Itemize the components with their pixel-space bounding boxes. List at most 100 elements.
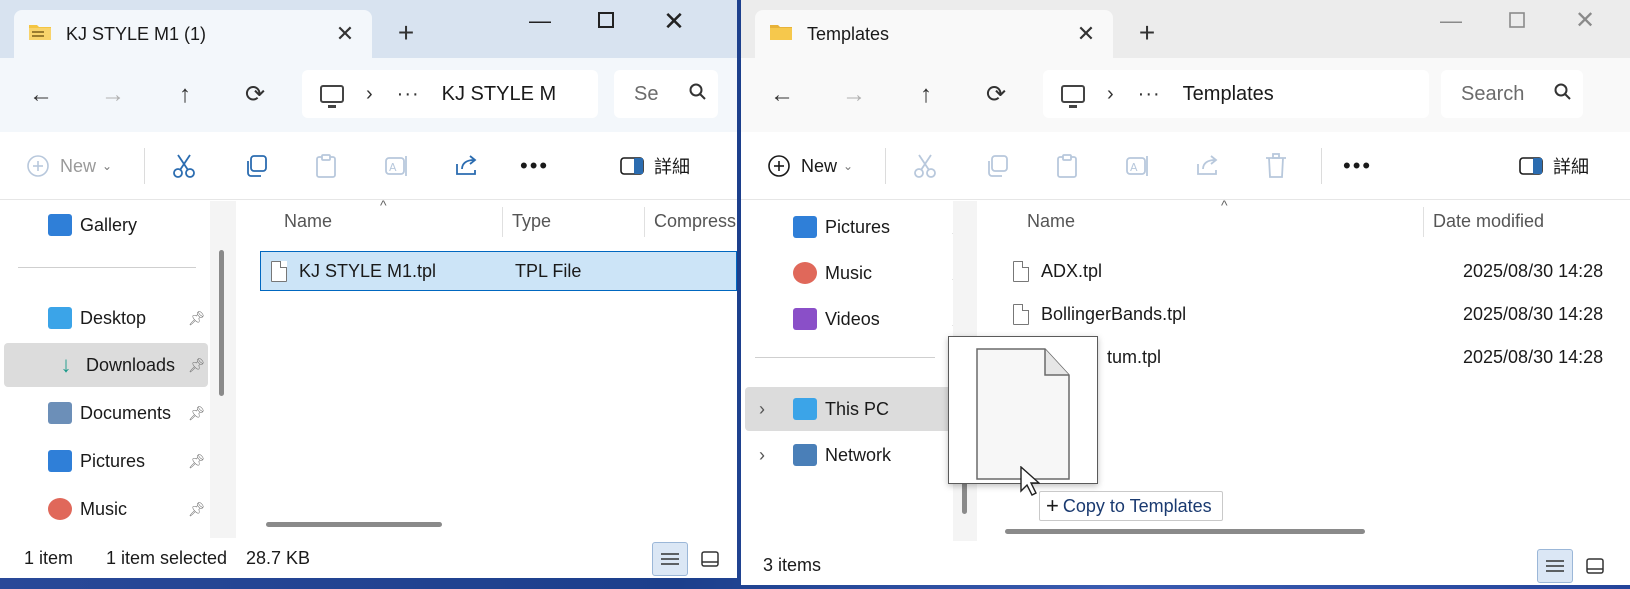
table-row[interactable]: tum.tpl 2025/08/30 14:28 (1013, 337, 1613, 377)
chevron-down-icon: ⌄ (102, 159, 113, 173)
sidebar-item-pictures[interactable]: Pictures 📌︎ (48, 439, 208, 483)
sidebar-item-downloads[interactable]: ↓ Downloads 📌︎ (4, 343, 208, 387)
tab-kj-style[interactable]: KJ STYLE M1 (1) ✕ (14, 10, 372, 58)
column-header-name[interactable]: Name (1027, 201, 1075, 241)
tab-title: Templates (807, 23, 890, 44)
drag-tooltip-text: Copy to Templates (1062, 495, 1212, 516)
share-button[interactable] (1195, 150, 1221, 182)
horizontal-scrollbar[interactable] (1005, 529, 1365, 534)
details-label: 詳細 (1553, 157, 1589, 177)
rename-button[interactable]: A (1125, 150, 1151, 182)
svg-text:A: A (389, 161, 397, 174)
svg-text:A: A (1130, 161, 1138, 174)
pin-icon[interactable]: 📌︎ (188, 310, 206, 327)
file-list: Name ^ Type Compress KJ STYLE M1.tpl TPL… (236, 197, 737, 538)
maximize-button[interactable] (1497, 6, 1537, 36)
chevron-right-icon[interactable]: › (366, 83, 373, 106)
column-header-name[interactable]: Name (284, 201, 332, 241)
column-divider[interactable] (644, 207, 645, 237)
chevron-right-icon[interactable]: › (1107, 83, 1114, 106)
column-divider[interactable] (502, 207, 503, 237)
back-button[interactable]: ← (24, 78, 58, 112)
address-bar[interactable]: › ··· Templates (1043, 70, 1429, 118)
videos-icon (793, 308, 817, 330)
column-header-type[interactable]: Type (512, 201, 551, 241)
sidebar-item-label: Music (80, 498, 128, 519)
details-view-button[interactable] (652, 542, 688, 576)
new-tab-button[interactable]: + (1131, 16, 1163, 50)
new-label: New (801, 155, 838, 176)
list-view-icon (1546, 560, 1564, 572)
up-button[interactable]: ↑ (168, 78, 202, 112)
new-tab-button[interactable]: + (390, 16, 422, 50)
copy-button[interactable] (985, 150, 1009, 182)
more-options-button[interactable]: ••• (520, 150, 549, 182)
file-type: TPL File (515, 260, 582, 281)
close-window-button[interactable]: ✕ (1565, 6, 1605, 36)
scissors-icon (173, 154, 195, 178)
cut-button[interactable] (172, 150, 196, 182)
sidebar-item-desktop[interactable]: Desktop 📌︎ (48, 296, 208, 340)
paste-button[interactable] (314, 150, 338, 182)
sidebar-item-this-pc[interactable]: › This PC (745, 387, 953, 431)
table-row[interactable]: BollingerBands.tpl 2025/08/30 14:28 (1013, 294, 1613, 334)
close-tab-icon[interactable]: ✕ (332, 21, 358, 47)
back-button[interactable]: ← (765, 78, 799, 112)
details-pane-button[interactable]: 詳細 (620, 150, 690, 182)
forward-button[interactable]: → (837, 78, 871, 112)
minimize-button[interactable]: — (520, 6, 560, 36)
details-pane-button[interactable]: 詳細 (1519, 150, 1589, 182)
column-divider[interactable] (1423, 207, 1424, 237)
forward-button[interactable]: → (96, 78, 130, 112)
close-window-button[interactable]: ✕ (654, 6, 694, 36)
new-button[interactable]: New ⌄ (767, 150, 853, 182)
divider (144, 148, 145, 184)
details-pane-icon (620, 157, 644, 175)
new-button[interactable]: New ⌄ (26, 150, 112, 182)
column-label: Date modified (1433, 210, 1545, 231)
maximize-button[interactable] (586, 6, 626, 36)
refresh-button[interactable]: ⟳ (979, 78, 1013, 112)
column-header-compressed[interactable]: Compress (654, 201, 736, 241)
close-tab-icon[interactable]: ✕ (1073, 21, 1099, 47)
rename-button[interactable]: A (384, 150, 410, 182)
minimize-button[interactable]: — (1431, 6, 1471, 36)
table-row[interactable]: ADX.tpl 2025/08/30 14:28 (1013, 251, 1613, 291)
more-path-icon[interactable]: ··· (397, 83, 420, 106)
pin-icon[interactable]: 📌︎ (188, 453, 206, 470)
paste-button[interactable] (1055, 150, 1079, 182)
tiles-view-button[interactable] (1577, 549, 1613, 583)
pin-icon[interactable]: 📌︎ (188, 501, 206, 518)
sidebar-item-gallery[interactable]: Gallery (48, 203, 137, 247)
refresh-button[interactable]: ⟳ (238, 78, 272, 112)
download-arrow-icon: ↓ (60, 352, 72, 377)
pin-icon[interactable]: 📌︎ (188, 357, 206, 374)
pin-icon[interactable]: 📌︎ (188, 405, 206, 422)
share-button[interactable] (454, 150, 480, 182)
cut-button[interactable] (913, 150, 937, 182)
details-view-button[interactable] (1537, 549, 1573, 583)
selection-info: 1 item selected (106, 548, 228, 568)
search-icon[interactable] (1543, 83, 1583, 106)
search-box[interactable]: Se (614, 70, 718, 118)
up-button[interactable]: ↑ (909, 78, 943, 112)
chevron-right-icon[interactable]: › (759, 399, 793, 420)
search-box[interactable]: Search (1441, 70, 1583, 118)
sidebar-item-network[interactable]: › Network (745, 433, 953, 477)
address-bar[interactable]: › ··· KJ STYLE M (302, 70, 598, 118)
file-explorer-window-left: KJ STYLE M1 (1) ✕ + — ✕ ← → ↑ ⟳ › ··· KJ… (0, 0, 737, 578)
chevron-right-icon[interactable]: › (759, 445, 793, 466)
delete-button[interactable] (1265, 150, 1287, 182)
table-row[interactable]: KJ STYLE M1.tpl TPL File (260, 251, 737, 291)
tiles-view-button[interactable] (692, 542, 728, 576)
search-icon[interactable] (678, 83, 718, 106)
sidebar-item-documents[interactable]: Documents 📌︎ (48, 391, 208, 435)
more-options-button[interactable]: ••• (1343, 150, 1372, 182)
sidebar-item-music[interactable]: Music 📌︎ (48, 487, 208, 531)
horizontal-scrollbar[interactable] (266, 522, 442, 527)
column-header-date-modified[interactable]: Date modified (1433, 201, 1544, 241)
tab-templates[interactable]: Templates ✕ (755, 10, 1113, 58)
more-path-icon[interactable]: ··· (1138, 83, 1161, 106)
copy-button[interactable] (244, 150, 268, 182)
sidebar-scroll-thumb[interactable] (219, 250, 224, 396)
